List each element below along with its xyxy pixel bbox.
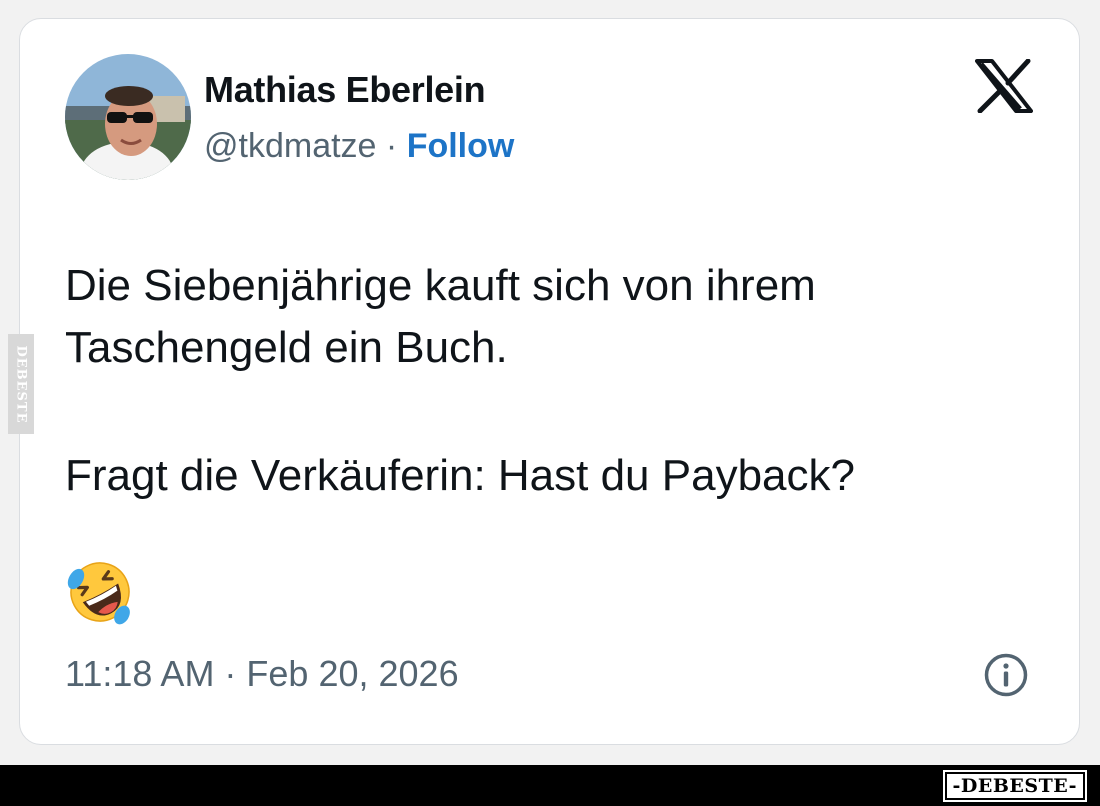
tweet-card: Mathias Eberlein @tkdmatze · Follow Die … [19, 18, 1080, 745]
side-watermark-text: DEBESTE [13, 344, 29, 424]
avatar[interactable] [65, 54, 191, 180]
follow-button[interactable]: Follow [407, 127, 515, 165]
x-logo-icon[interactable] [975, 59, 1033, 113]
tweet-text-line-2: Fragt die Verkäuferin: Hast du Payback? [65, 451, 855, 500]
rolling-on-floor-laughing-emoji [67, 562, 130, 625]
tweet-text-line-1: Die Siebenjährige kauft sich von ihrem T… [65, 261, 816, 372]
handle-row: @tkdmatze · Follow [204, 127, 514, 166]
tweet-text: Die Siebenjährige kauft sich von ihrem T… [65, 255, 1025, 507]
bottom-watermark-bar: -DEBESTE- [0, 765, 1100, 806]
separator: · [376, 127, 407, 165]
info-icon[interactable] [983, 652, 1029, 698]
side-watermark: DEBESTE [8, 334, 34, 434]
author-name[interactable]: Mathias Eberlein [204, 69, 486, 111]
author-handle[interactable]: @tkdmatze [204, 127, 376, 165]
timestamp[interactable]: 11:18 AM · Feb 20, 2026 [65, 653, 459, 695]
watermark-badge: -DEBESTE- [942, 770, 1088, 802]
avatar-photo [65, 54, 191, 180]
